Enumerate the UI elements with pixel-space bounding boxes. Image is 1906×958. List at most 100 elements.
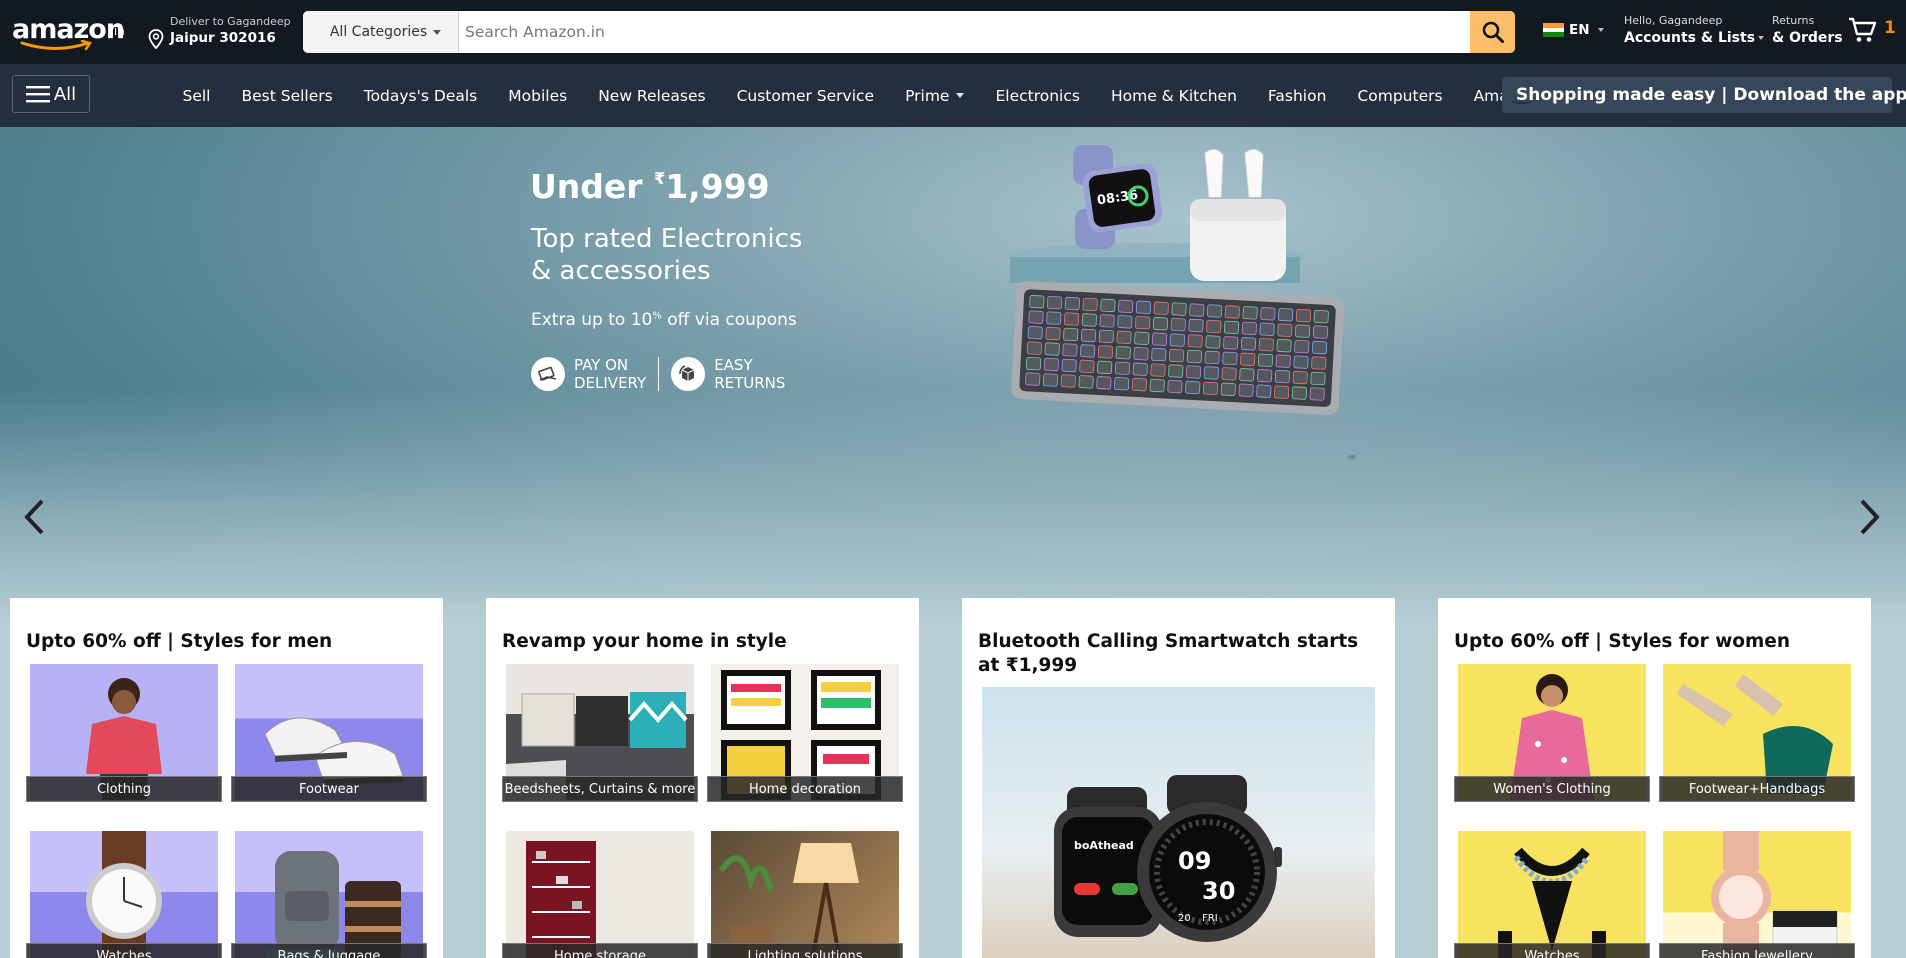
tile-caption: Watches — [26, 943, 222, 958]
top-header: amazon .in Deliver to Gagandeep Jaipur 3… — [0, 0, 1906, 64]
tile-caption: Watches — [1454, 943, 1650, 958]
tile-caption: Lighting solutions — [707, 943, 903, 958]
return-box-icon — [671, 357, 706, 391]
tile-caption: Women's Clothing — [1454, 776, 1650, 802]
hero-offer: Extra up to 10% off via coupons — [531, 310, 797, 330]
nav-link-new-releases[interactable]: New Releases — [583, 87, 721, 105]
hero-badges: PAY ON DELIVERY EASY RETURNS — [531, 356, 785, 392]
watches-image — [30, 831, 218, 958]
tile-home-decoration[interactable]: Home decoration — [707, 664, 903, 802]
nav-link-home-kitchen[interactable]: Home & Kitchen — [1095, 87, 1252, 105]
smartwatch-minute: 30 — [1202, 877, 1235, 905]
tile-bedsheets-curtains[interactable]: Beedsheets, Curtains & more — [502, 664, 698, 802]
search-category-value: All Categories — [329, 24, 428, 40]
tile-caption: Fashion Jewellery — [1659, 943, 1855, 958]
chevron-down-icon — [1597, 28, 1604, 32]
lighting-image — [711, 831, 899, 958]
returns-label: Returns — [1772, 14, 1815, 27]
cart-icon — [1849, 17, 1877, 42]
logo-tld: .in — [110, 24, 125, 38]
nav-link-electronics[interactable]: Electronics — [980, 87, 1095, 105]
returns-orders-link[interactable]: Returns & Orders — [1772, 14, 1843, 46]
carousel-prev-button[interactable] — [14, 487, 54, 547]
nav-link-mobiles[interactable]: Mobiles — [493, 87, 583, 105]
card-title[interactable]: Revamp your home in style — [502, 630, 902, 654]
amazon-logo[interactable]: amazon .in — [12, 14, 125, 54]
chevron-right-icon — [1860, 499, 1880, 535]
card-styles-for-women: Upto 60% off | Styles for women Women's … — [1438, 598, 1871, 958]
search-button[interactable] — [1470, 11, 1515, 53]
cart-count: 1 — [1884, 18, 1896, 38]
location-pin-icon — [148, 29, 164, 49]
search-input[interactable] — [459, 11, 1470, 53]
nav-link-prime[interactable]: Prime — [890, 87, 980, 105]
hamburger-menu-icon — [25, 86, 50, 103]
tile-bags-luggage[interactable]: Bags & luggage — [231, 831, 427, 958]
tile-caption: Home decoration — [707, 776, 903, 802]
tile-footwear-handbags[interactable]: Footwear+Handbags — [1659, 664, 1855, 802]
hero-title: Under ₹1,999 — [530, 167, 770, 206]
tile-caption: Beedsheets, Curtains & more — [502, 776, 698, 802]
smartwatch-brand-text: boAthead — [1074, 839, 1134, 852]
account-greeting: Hello, Gagandeep — [1624, 14, 1723, 27]
pay-on-delivery-badge: PAY ON DELIVERY — [531, 356, 646, 392]
tile-caption: Home storage — [502, 943, 698, 958]
orders-label: & Orders — [1772, 30, 1843, 46]
tile-womens-clothing[interactable]: Women's Clothing — [1454, 664, 1650, 802]
all-menu-label: All — [53, 83, 77, 105]
deliver-address: Jaipur 302016 — [170, 30, 276, 46]
nav-link-computers[interactable]: Computers — [1342, 87, 1458, 105]
card-smartwatch: Bluetooth Calling Smartwatch starts at ₹… — [962, 598, 1395, 958]
cash-on-delivery-icon — [531, 357, 565, 391]
card-title[interactable]: Upto 60% off | Styles for women — [1454, 630, 1854, 654]
nav-link-customer-service[interactable]: Customer Service — [721, 87, 890, 105]
search-bar: All Categories — [303, 11, 1515, 53]
hero-subtitle: Top rated Electronics & accessories — [531, 224, 803, 286]
card-title[interactable]: Bluetooth Calling Smartwatch starts at ₹… — [978, 630, 1378, 678]
tile-caption: Footwear — [231, 776, 427, 802]
card-revamp-home: Revamp your home in style Beedsheets, Cu… — [486, 598, 919, 958]
card-styles-for-men: Upto 60% off | Styles for men Clothing F… — [10, 598, 443, 958]
cart-button[interactable]: 1 — [1848, 16, 1900, 48]
tile-caption: Footwear+Handbags — [1659, 776, 1855, 802]
nav-link-best-sellers[interactable]: Best Sellers — [226, 87, 348, 105]
nav-link-sell[interactable]: Sell — [167, 87, 226, 105]
account-menu[interactable]: Hello, Gagandeep Accounts & Lists — [1624, 14, 1765, 46]
tile-watches[interactable]: Watches — [26, 831, 222, 958]
deliver-to-location[interactable]: Deliver to Gagandeep Jaipur 302016 — [146, 13, 291, 53]
carousel-next-button[interactable] — [1850, 487, 1890, 547]
india-flag-icon — [1543, 23, 1564, 38]
tile-clothing[interactable]: Clothing — [26, 664, 222, 802]
language-selector[interactable]: EN — [1543, 22, 1604, 38]
chevron-down-icon — [1758, 36, 1765, 40]
hero-title-amount: 1,999 — [665, 167, 770, 206]
chevron-down-icon — [956, 93, 965, 98]
deliver-label: Deliver to Gagandeep — [170, 15, 291, 28]
smartwatch-day: FRI — [1202, 913, 1218, 924]
smartwatch-image[interactable]: boAthead 09 30 20 FRI — [982, 687, 1375, 958]
nav-link-todays-deals[interactable]: Todays's Deals — [348, 87, 493, 105]
card-title[interactable]: Upto 60% off | Styles for men — [26, 630, 426, 654]
hero-carousel[interactable]: Under ₹1,999 Top rated Electronics & acc… — [0, 127, 1906, 627]
chevron-down-icon — [433, 29, 442, 35]
tile-fashion-jewellery[interactable]: Fashion Jewellery — [1659, 831, 1855, 958]
all-menu-button[interactable]: All — [12, 75, 90, 113]
easy-returns-badge: EASY RETURNS — [671, 356, 785, 392]
tile-home-storage[interactable]: Home storage — [502, 831, 698, 958]
nav-link-fashion[interactable]: Fashion — [1252, 87, 1342, 105]
hero-title-currency: ₹ — [654, 169, 666, 188]
download-app-banner[interactable]: Shopping made easy | Download the app — [1502, 77, 1906, 113]
tile-footwear[interactable]: Footwear — [231, 664, 427, 802]
tile-lighting-solutions[interactable]: Lighting solutions — [707, 831, 903, 958]
tile-women-watches[interactable]: Watches — [1454, 831, 1650, 958]
nav-bar: All Sell Best Sellers Todays's Deals Mob… — [0, 64, 1906, 127]
download-app-text: Shopping made easy | Download the app — [1516, 85, 1906, 105]
account-lists-label: Accounts & Lists — [1624, 30, 1756, 46]
hero-product-image: 08:36 — [1005, 145, 1355, 459]
search-icon — [1482, 21, 1504, 43]
search-category-select[interactable]: All Categories — [303, 11, 459, 53]
home-storage-image — [506, 831, 694, 958]
bags-image — [235, 831, 423, 958]
chevron-left-icon — [24, 499, 44, 535]
tile-caption: Clothing — [26, 776, 222, 802]
